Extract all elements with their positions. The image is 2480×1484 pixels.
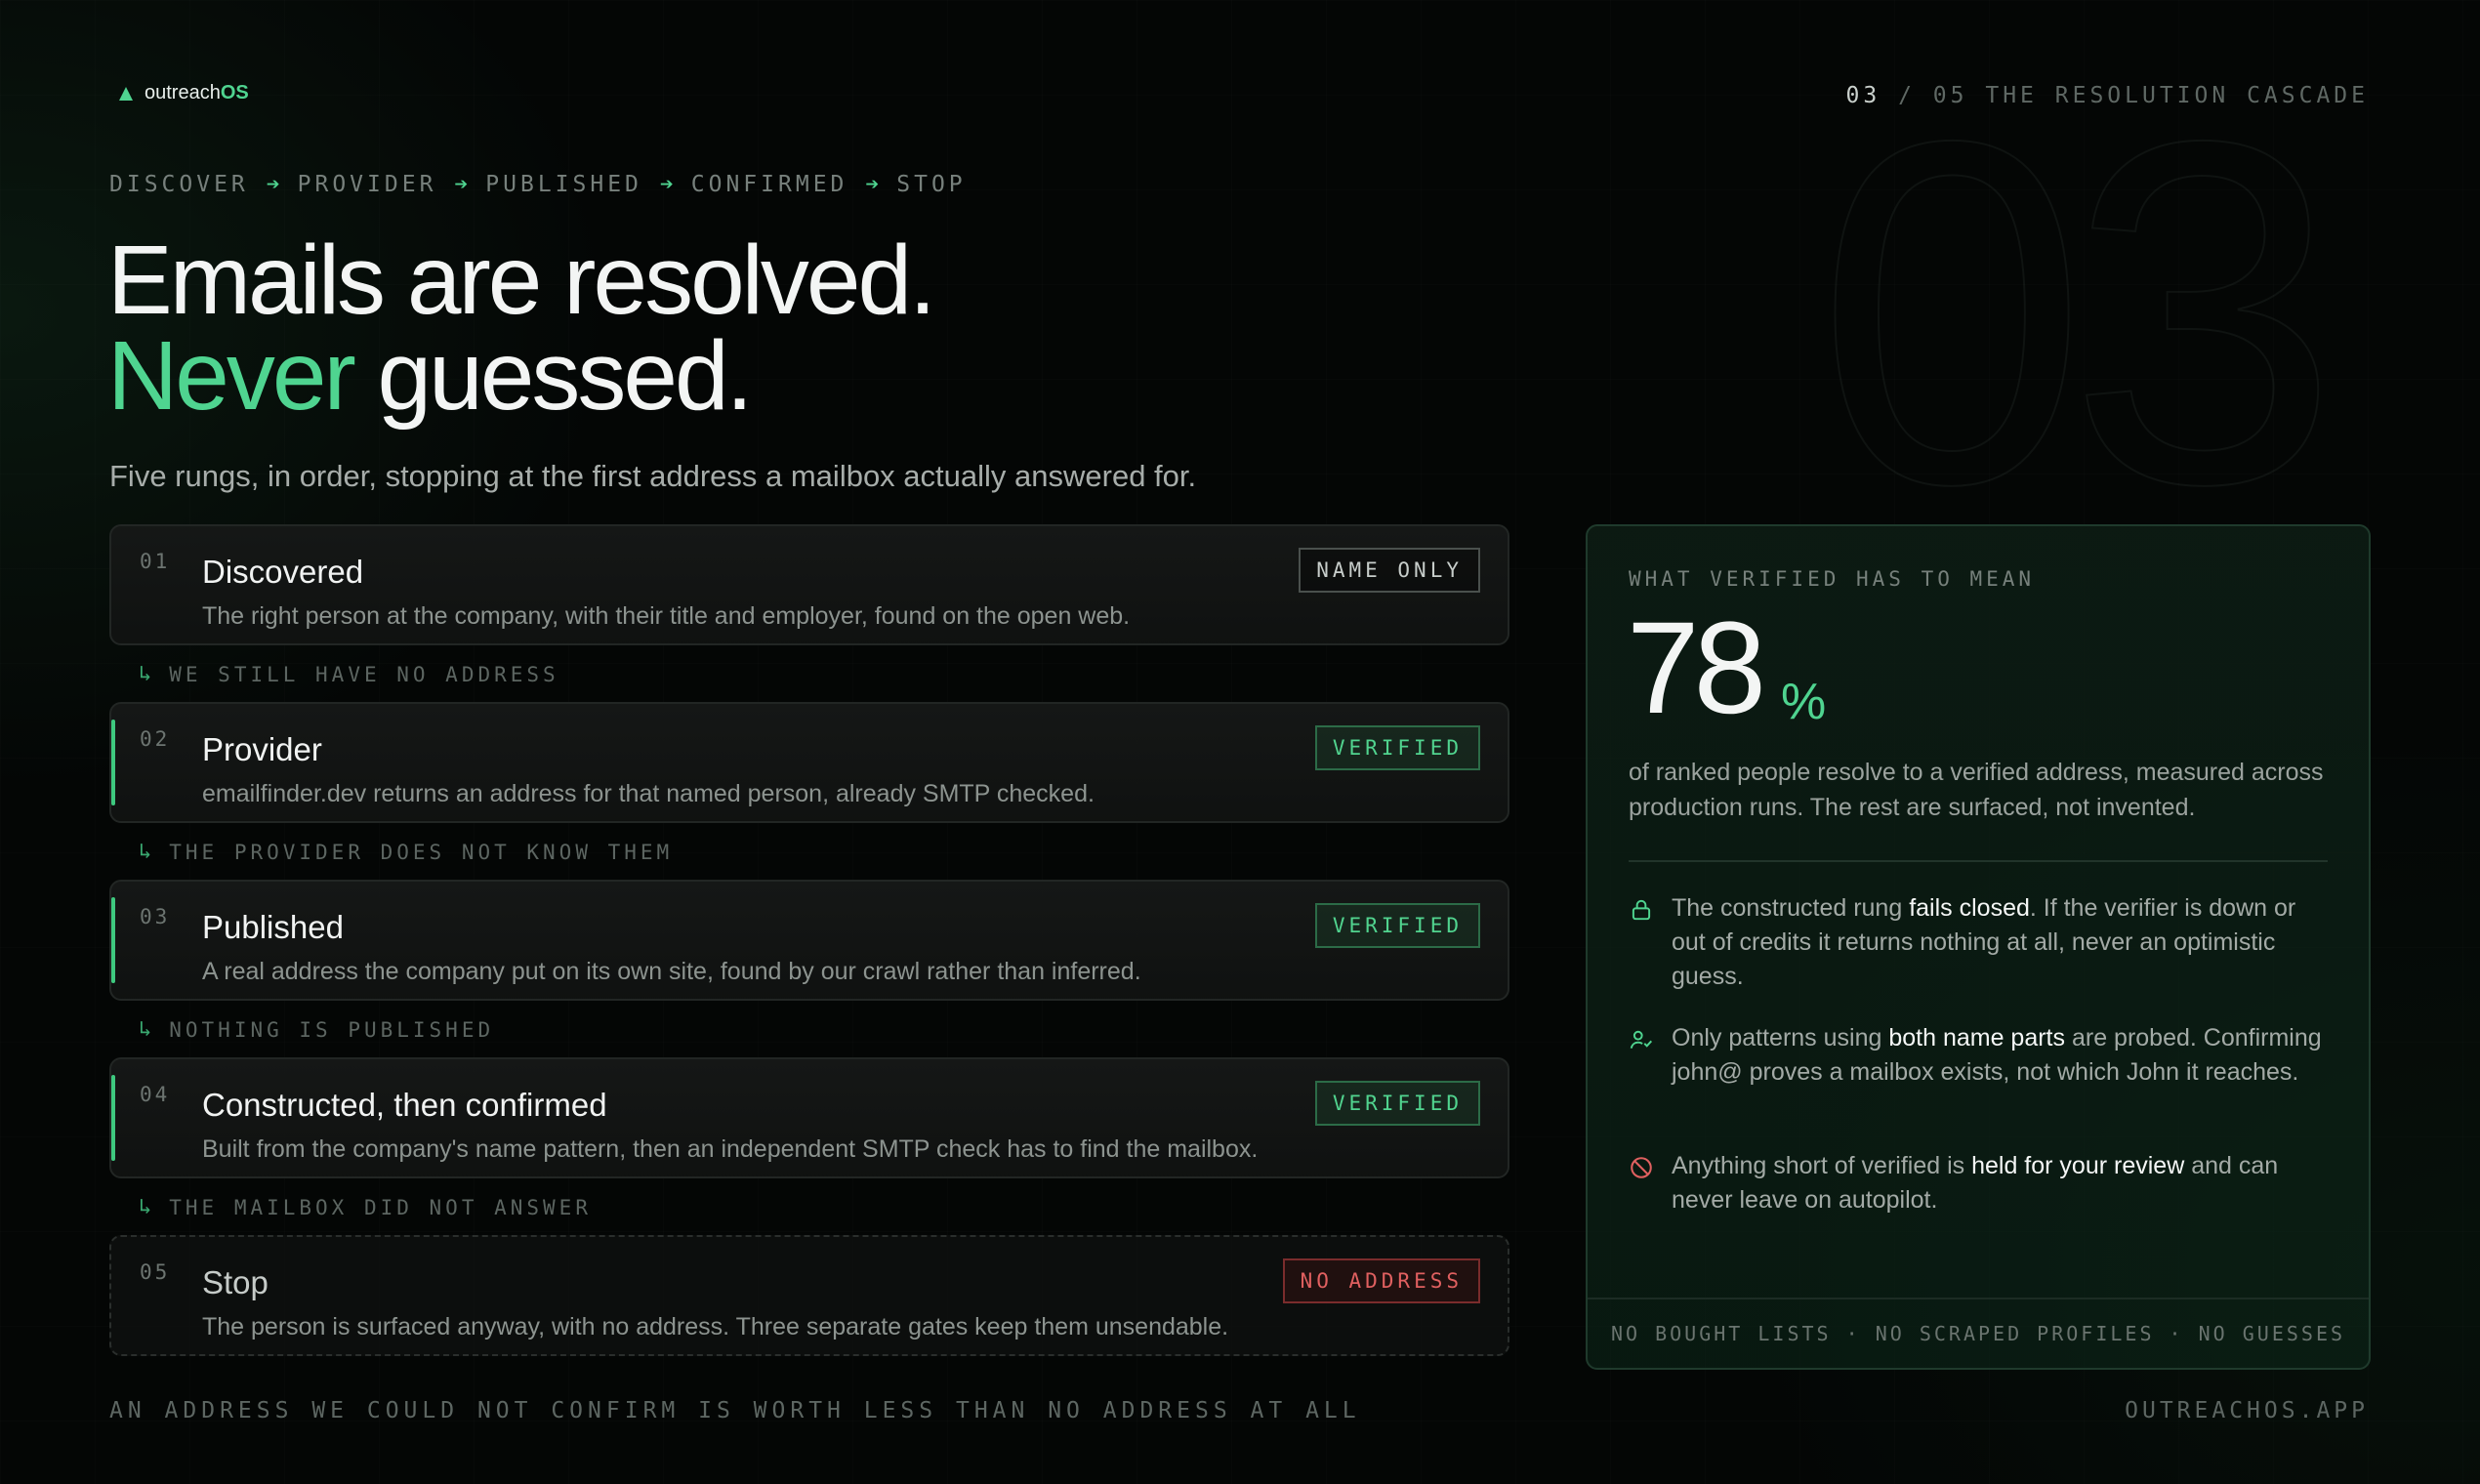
policy-text-pre: Anything short of verified is [1672,1152,1972,1179]
brand-logo: outreachOS [119,82,249,104]
policy-point: Only patterns using both name parts are … [1629,1021,2332,1090]
status-badge: NAME ONLY [1299,548,1480,593]
footer-url: OUTREACHOS.APP [2125,1398,2369,1423]
rung-title: Constructed, then confirmed [202,1087,607,1123]
ban-icon [1631,1157,1652,1178]
rung-title: Published [202,909,344,945]
brand-name-suffix: OS [220,82,249,103]
policy-text-pre: The constructed rung [1672,894,1910,922]
arrow-right-icon: ➔ [659,172,674,197]
fallthrough-note: ↳ WE STILL HAVE NO ADDRESS [139,662,559,686]
panel-divider [1629,860,2328,862]
status-badge: VERIFIED [1314,903,1480,948]
brand-name-prefix: outreach [145,82,221,103]
lock-icon [1632,899,1651,921]
arrow-right-icon: ➔ [865,172,880,197]
stat-unit: % [1781,674,1827,730]
status-badge: VERIFIED [1314,1081,1480,1126]
return-arrow-icon: ↳ [139,1195,152,1219]
rung-number: 01 [140,550,171,573]
user-check-icon [1630,1030,1653,1049]
fallthrough-note: ↳ THE MAILBOX DID NOT ANSWER [139,1195,592,1219]
panel-label: WHAT VERIFIED HAS TO MEAN [1629,567,2036,591]
policy-text-pre: Only patterns using [1672,1024,1889,1051]
fallthrough-text: NOTHING IS PUBLISHED [169,1017,495,1042]
logo-triangle-icon [119,86,133,101]
policy-point: The constructed rung fails closed. If th… [1629,891,2332,994]
rung-constructed: 04 Constructed, then confirmed Built fro… [109,1057,1509,1178]
page-title: Emails are resolved. Never guessed. [107,231,936,425]
policy-text-emphasis: held for your review [1971,1152,2185,1179]
policy-text: Only patterns using both name parts are … [1672,1021,2332,1090]
fallthrough-text: THE MAILBOX DID NOT ANSWER [169,1195,592,1219]
rung-description: Built from the company's name pattern, t… [202,1135,1259,1163]
rung-number: 03 [140,905,171,928]
fallthrough-note: ↳ NOTHING IS PUBLISHED [139,1017,494,1042]
policy-text-emphasis: both name parts [1888,1024,2066,1051]
pipeline-step: STOP [896,172,967,197]
rung-number: 04 [140,1083,171,1106]
brand-name: outreachOS [145,82,249,104]
policy-text: Anything short of verified is held for y… [1672,1149,2332,1217]
return-arrow-icon: ↳ [139,840,152,864]
rung-description: emailfinder.dev returns an address for t… [202,780,1095,807]
policy-text: The constructed rung fails closed. If th… [1672,891,2332,994]
rung-description: A real address the company put on its ow… [202,958,1141,985]
panel-footer: NO BOUGHT LISTS · NO SCRAPED PROFILES · … [1588,1298,2369,1368]
pipeline-step: PROVIDER [297,172,437,197]
verified-meaning-panel: WHAT VERIFIED HAS TO MEAN 78 % of ranked… [1586,524,2371,1370]
stat-value: 78 [1627,596,1766,741]
pipeline-step: DISCOVER [109,172,249,197]
fallthrough-text: THE PROVIDER DOES NOT KNOW THEM [169,840,674,864]
return-arrow-icon: ↳ [139,1017,152,1042]
watermark-number: 03 [1815,39,2340,585]
rung-number: 05 [140,1260,171,1284]
rung-title: Provider [202,731,322,767]
rung-number: 02 [140,727,171,751]
headline-accent: Never [107,321,356,431]
rung-provider: 02 Provider emailfinder.dev returns an a… [109,702,1509,823]
fallthrough-note: ↳ THE PROVIDER DOES NOT KNOW THEM [139,840,673,864]
status-badge: NO ADDRESS [1282,1258,1480,1303]
fallthrough-text: WE STILL HAVE NO ADDRESS [169,662,559,686]
pipeline-breadcrumb: DISCOVER ➔ PROVIDER ➔ PUBLISHED ➔ CONFIR… [109,172,967,197]
policy-text-emphasis: fails closed [1909,894,2030,922]
pipeline-step: CONFIRMED [690,172,848,197]
rung-title: Discovered [202,554,364,590]
headline-rest: guessed. [352,321,754,431]
pipeline-step: PUBLISHED [485,172,642,197]
rung-title: Stop [202,1264,269,1300]
rung-published: 03 Published A real address the company … [109,880,1509,1001]
rung-description: The right person at the company, with th… [202,602,1131,630]
return-arrow-icon: ↳ [139,662,152,686]
footer-tagline: AN ADDRESS WE COULD NOT CONFIRM IS WORTH… [109,1398,1361,1423]
rung-discovered: 01 Discovered The right person at the co… [109,524,1509,645]
arrow-right-icon: ➔ [266,172,280,197]
stat-description: of ranked people resolve to a verified a… [1629,759,2324,821]
rung-description: The person is surfaced anyway, with no a… [202,1313,1229,1340]
rung-stop: 05 Stop The person is surfaced anyway, w… [109,1235,1509,1356]
page-subtitle: Five rungs, in order, stopping at the fi… [109,459,1197,493]
arrow-right-icon: ➔ [454,172,469,197]
policy-point: Anything short of verified is held for y… [1629,1149,2332,1217]
status-badge: VERIFIED [1314,725,1480,770]
headline-line-1: Emails are resolved. [107,226,936,335]
